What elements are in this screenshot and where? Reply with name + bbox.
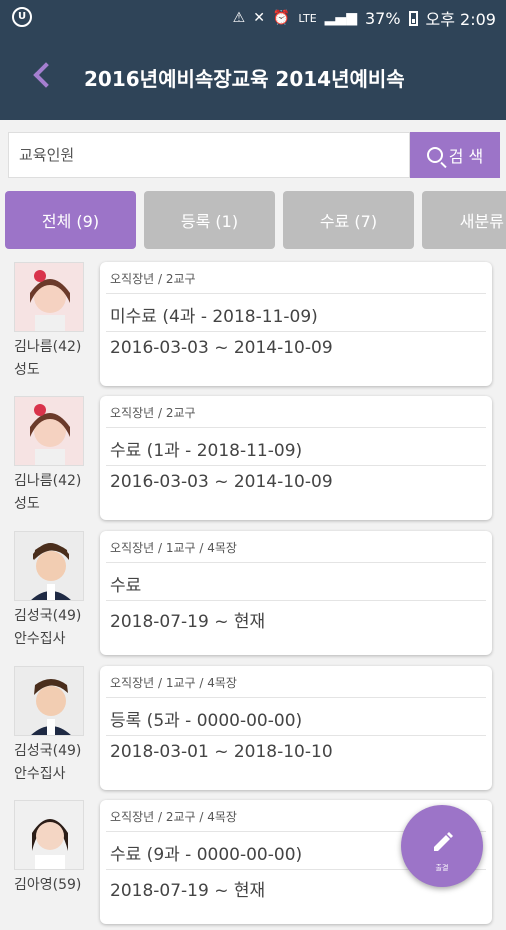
person-name: 김나름(42) (14, 473, 82, 489)
divider (106, 600, 486, 601)
course-card[interactable]: 오직장년 / 1교구 / 4목장 등록 (5과 - 0000-00-00) 20… (100, 666, 492, 790)
divider (106, 427, 486, 428)
filter-tabs: 전체 (9) 등록 (1) 수료 (7) 새분류 ( (5, 191, 506, 249)
category: 오직장년 / 1교구 / 4목장 (110, 541, 237, 555)
course-card[interactable]: 오직장년 / 2교구 수료 (1과 - 2018-11-09) 2016-03-… (100, 396, 492, 520)
list-item[interactable]: 김성국(49) 안수집사 오직장년 / 1교구 / 4목장 등록 (5과 - 0… (0, 666, 506, 796)
search-input[interactable]: 교육인원 (8, 132, 410, 178)
course-card[interactable]: 오직장년 / 1교구 / 4목장 수료 2018-07-19 ~ 현재 (100, 531, 492, 655)
male-avatar-icon (15, 667, 83, 735)
network-label: LTE (298, 11, 317, 25)
person-name: 김아영(59) (14, 877, 82, 893)
status-text: 수료 (110, 576, 142, 596)
app-bar: 2016년예비속장교육 2014년예비속 (0, 34, 506, 120)
attendance-fab-button[interactable]: 출결 (401, 805, 483, 887)
mute-icon: ✕ (253, 10, 265, 26)
status-text: 수료 (1과 - 2018-11-09) (110, 441, 303, 461)
person-role: 성도 (14, 362, 40, 378)
alarm-icon: ⏰ (272, 10, 291, 26)
person-role: 안수집사 (14, 631, 66, 647)
search-icon (426, 147, 443, 163)
search-button[interactable]: 검 색 (410, 132, 500, 178)
date-range: 2018-07-19 ~ 현재 (110, 881, 266, 901)
list-item[interactable]: 김성국(49) 안수집사 오직장년 / 1교구 / 4목장 수료 2018-07… (0, 531, 506, 661)
divider (106, 331, 486, 332)
divider (106, 735, 486, 736)
status-text: 미수료 (4과 - 2018-11-09) (110, 307, 318, 327)
category: 오직장년 / 2교구 / 4목장 (110, 810, 237, 824)
battery-percent: 37% (364, 8, 401, 28)
avatar (14, 396, 84, 466)
date-range: 2018-03-01 ~ 2018-10-10 (110, 742, 333, 762)
date-range: 2016-03-03 ~ 2014-10-09 (110, 472, 333, 492)
person-name: 김성국(49) (14, 743, 82, 759)
person-role: 안수집사 (14, 766, 66, 782)
female-avatar-icon (15, 397, 83, 465)
clock: 오후 2:09 (425, 10, 496, 29)
category: 오직장년 / 2교구 (110, 272, 196, 286)
search-bar: 교육인원 검 색 (8, 132, 500, 178)
pencil-icon (434, 832, 453, 851)
divider (106, 293, 486, 294)
course-card[interactable]: 오직장년 / 2교구 미수료 (4과 - 2018-11-09) 2016-03… (100, 262, 492, 386)
list-item[interactable]: 김나름(42) 성도 오직장년 / 2교구 미수료 (4과 - 2018-11-… (0, 262, 506, 392)
male-avatar-icon (15, 532, 83, 600)
fab-label: 출결 (435, 864, 449, 872)
tab-completed[interactable]: 수료 (7) (283, 191, 414, 249)
tab-new-category[interactable]: 새분류 ( (422, 191, 506, 249)
list-item[interactable]: 김나름(42) 성도 오직장년 / 2교구 수료 (1과 - 2018-11-0… (0, 396, 506, 526)
back-arrow-icon[interactable] (28, 60, 62, 94)
category: 오직장년 / 1교구 / 4목장 (110, 676, 237, 690)
person-name: 김성국(49) (14, 608, 82, 624)
date-range: 2018-07-19 ~ 현재 (110, 612, 266, 632)
divider (106, 562, 486, 563)
female-avatar-icon (15, 801, 83, 869)
date-range: 2016-03-03 ~ 2014-10-09 (110, 338, 333, 358)
female-avatar-icon (15, 263, 83, 331)
app-logo-icon: U (12, 7, 32, 27)
avatar (14, 800, 84, 870)
status-text: 수료 (9과 - 0000-00-00) (110, 845, 303, 865)
page-title: 2016년예비속장교육 2014년예비속 (84, 67, 405, 91)
tab-registered[interactable]: 등록 (1) (144, 191, 275, 249)
status-text: 등록 (5과 - 0000-00-00) (110, 711, 303, 731)
wifi-icon: ⚠ (232, 10, 246, 26)
divider (106, 465, 486, 466)
person-role: 성도 (14, 496, 40, 512)
category: 오직장년 / 2교구 (110, 406, 196, 420)
avatar (14, 666, 84, 736)
search-button-label: 검 색 (448, 147, 484, 166)
divider (106, 697, 486, 698)
battery-icon (408, 10, 418, 26)
status-bar: U ⚠ ✕ ⏰ LTE ▂▄▆ 37% 오후 2:09 (0, 0, 506, 34)
avatar (14, 531, 84, 601)
person-name: 김나름(42) (14, 339, 82, 355)
avatar (14, 262, 84, 332)
signal-icon: ▂▄▆ (324, 10, 357, 26)
tab-all[interactable]: 전체 (9) (5, 191, 136, 249)
